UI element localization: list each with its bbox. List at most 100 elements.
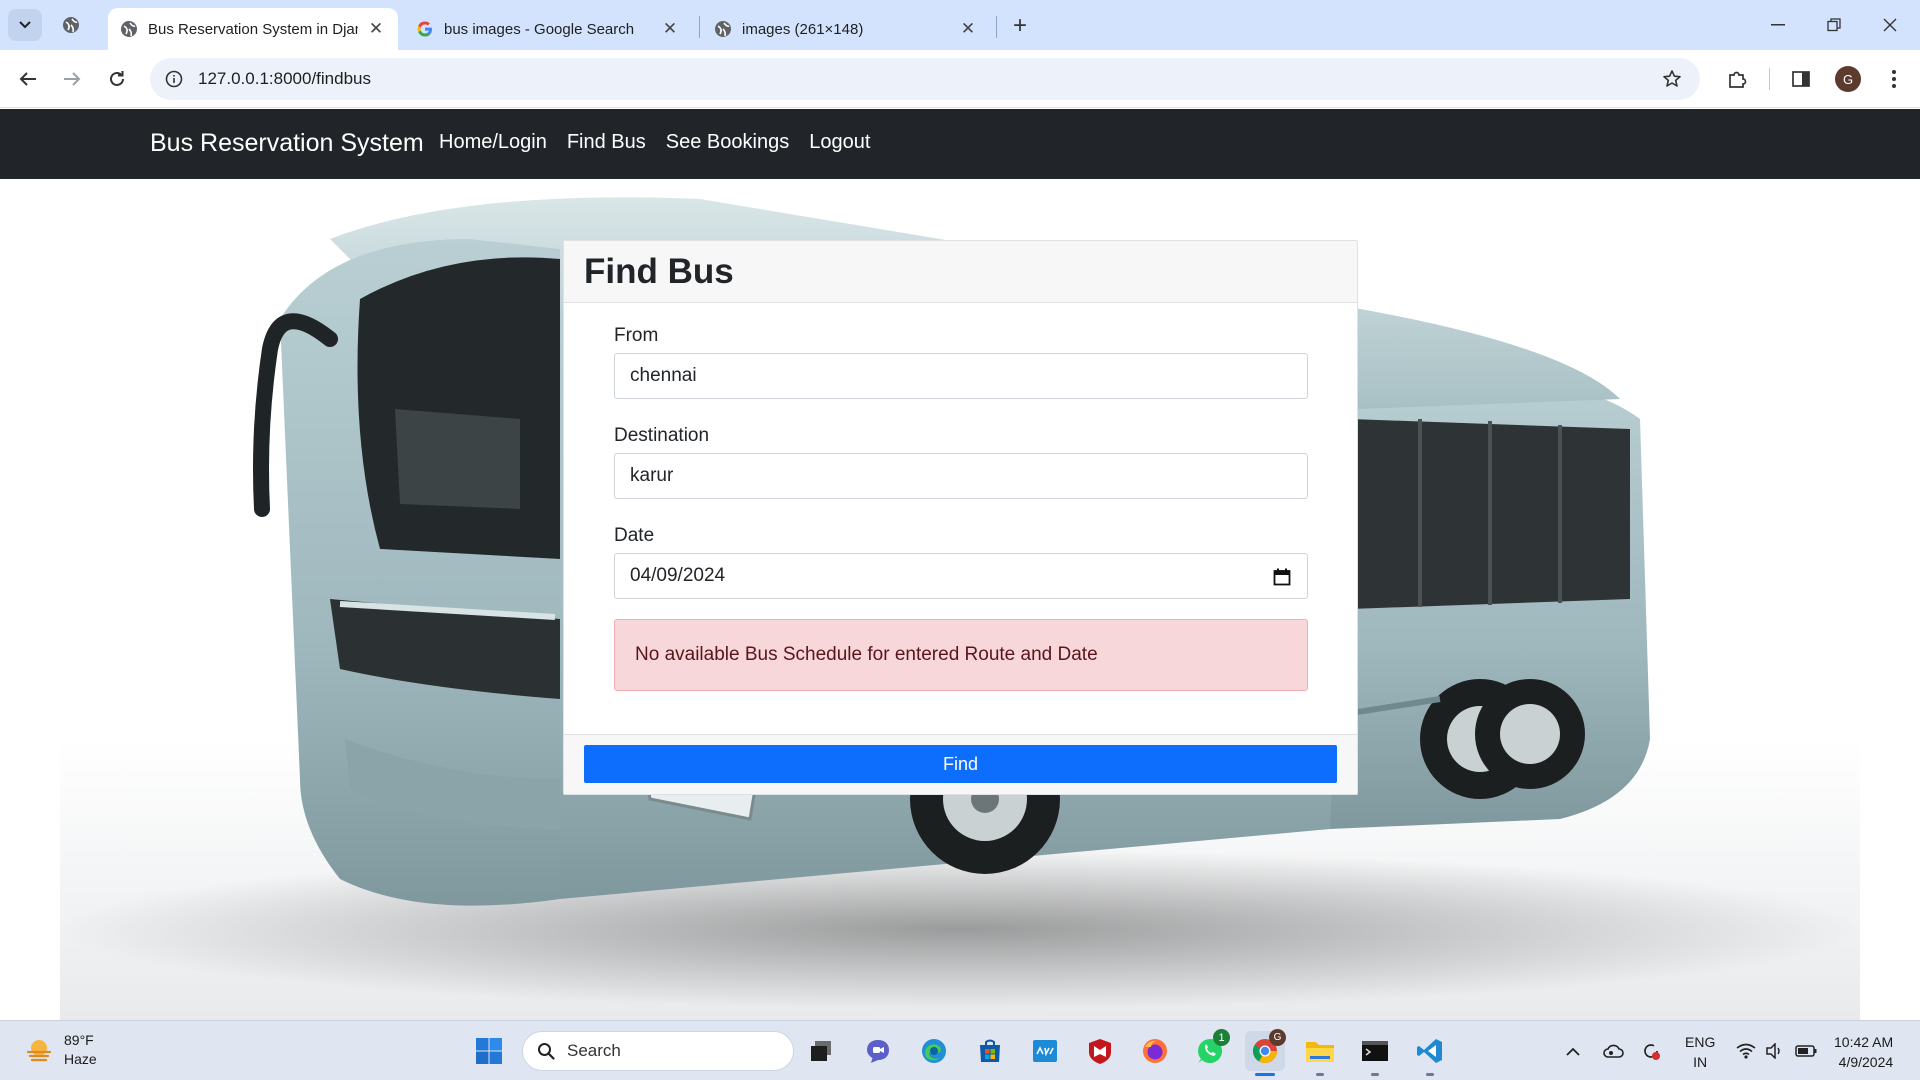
find-button[interactable]: Find <box>584 745 1337 783</box>
minimize-button[interactable] <box>1750 0 1806 50</box>
wifi-tray[interactable] <box>1733 1021 1759 1080</box>
firefox-icon <box>1143 1039 1167 1063</box>
reload-icon <box>110 71 124 86</box>
tab-title: bus images - Google Search <box>444 20 635 38</box>
tab-bus-images[interactable]: bus images - Google Search ✕ <box>404 8 692 50</box>
more-vertical-icon <box>1892 70 1896 88</box>
running-app-indicator <box>1371 1073 1379 1076</box>
nav-see-bookings[interactable]: See Bookings <box>666 131 789 154</box>
restore-button[interactable] <box>1806 0 1862 50</box>
close-icon[interactable]: ✕ <box>660 19 680 39</box>
destination-label: Destination <box>614 425 710 446</box>
tab-title: images (261×148) <box>742 20 864 38</box>
minimize-icon <box>1771 24 1785 26</box>
url-text: 127.0.0.1:8000/findbus <box>198 69 371 88</box>
system-clock[interactable]: 10:42 AM 4/9/2024 <box>1834 1032 1893 1072</box>
extensions-button[interactable] <box>1723 65 1751 93</box>
mcafee-app[interactable] <box>1080 1031 1120 1071</box>
side-panel-button[interactable] <box>1787 65 1815 93</box>
bookmark-star-icon[interactable] <box>1660 67 1684 91</box>
site-info-icon[interactable] <box>162 67 186 91</box>
back-button[interactable] <box>10 61 46 97</box>
battery-tray[interactable] <box>1792 1021 1820 1080</box>
tab-search-button[interactable] <box>8 9 42 41</box>
globe-icon <box>63 17 79 33</box>
new-tab-button[interactable]: + <box>1006 12 1034 40</box>
input-language[interactable]: ENG IN <box>1685 1032 1715 1072</box>
nav-logout[interactable]: Logout <box>809 131 870 154</box>
volume-tray[interactable] <box>1762 1021 1788 1080</box>
close-window-button[interactable] <box>1862 0 1918 50</box>
address-bar[interactable]: 127.0.0.1:8000/findbus <box>150 58 1700 100</box>
profile-avatar[interactable]: G <box>1835 66 1861 92</box>
sync-tray[interactable] <box>1638 1021 1664 1080</box>
close-icon[interactable]: ✕ <box>366 19 386 39</box>
weather-widget[interactable]: 89°F Haze <box>24 1031 97 1069</box>
profile-badge: G <box>1269 1029 1286 1046</box>
task-view-button[interactable] <box>802 1031 842 1071</box>
active-app-indicator <box>1255 1073 1275 1076</box>
start-button[interactable] <box>469 1031 509 1071</box>
search-label: Search <box>567 1041 621 1060</box>
task-view-icon <box>811 1041 831 1061</box>
from-label: From <box>614 325 659 346</box>
tab-separator <box>699 16 700 38</box>
forward-button[interactable] <box>54 61 90 97</box>
google-icon <box>416 20 434 38</box>
restore-icon <box>1827 18 1841 32</box>
weather-temperature: 89°F <box>64 1032 94 1048</box>
clock-date: 4/9/2024 <box>1838 1054 1894 1070</box>
terminal-app[interactable] <box>1355 1031 1395 1071</box>
card-body: From chennai Destination karur Date 04/0… <box>564 303 1357 691</box>
reload-button[interactable] <box>99 61 135 97</box>
nav-home-login[interactable]: Home/Login <box>439 131 547 154</box>
card-header: Find Bus <box>564 241 1357 303</box>
destination-group: Destination karur <box>614 425 1308 499</box>
tray-overflow-button[interactable] <box>1560 1021 1586 1080</box>
date-input[interactable]: 04/09/2024 <box>614 553 1308 599</box>
menu-button[interactable] <box>1880 65 1908 93</box>
navbar-brand[interactable]: Bus Reservation System <box>150 129 424 158</box>
date-value: 04/09/2024 <box>630 565 726 586</box>
whatsapp-app[interactable]: 1 <box>1190 1029 1230 1071</box>
tab-bus-reservation[interactable]: Bus Reservation System in Djan ✕ <box>108 8 398 50</box>
toolbar-divider <box>1769 68 1770 90</box>
wifi-icon <box>1736 1043 1756 1059</box>
globe-icon <box>120 20 138 38</box>
from-group: From chennai <box>614 325 1308 399</box>
windows-taskbar: 89°F Haze Search 1 G ENG IN 10:42 AM 4/9… <box>0 1020 1920 1080</box>
close-icon <box>1883 18 1897 32</box>
pinned-tab[interactable] <box>58 12 84 38</box>
speaker-icon <box>1766 1043 1780 1059</box>
close-icon[interactable]: ✕ <box>958 19 978 39</box>
clock-time: 10:42 AM <box>1834 1034 1894 1050</box>
arrow-left-icon <box>19 72 36 86</box>
tab-images[interactable]: images (261×148) ✕ <box>702 8 990 50</box>
store-icon <box>980 1039 1000 1062</box>
date-label: Date <box>614 525 655 546</box>
no-schedule-alert: No available Bus Schedule for entered Ro… <box>614 619 1308 691</box>
top-navbar: Bus Reservation System Home/Login Find B… <box>0 109 1920 179</box>
mylip-app[interactable] <box>1025 1031 1065 1071</box>
teams-app[interactable] <box>858 1031 898 1071</box>
calendar-icon[interactable] <box>1271 566 1293 588</box>
destination-input[interactable]: karur <box>614 453 1308 499</box>
onedrive-tray[interactable] <box>1600 1021 1626 1080</box>
vscode-app[interactable] <box>1410 1031 1450 1071</box>
file-explorer-app[interactable] <box>1300 1031 1340 1071</box>
taskbar-search[interactable]: Search <box>522 1031 794 1071</box>
browser-toolbar: 127.0.0.1:8000/findbus <box>0 50 1920 108</box>
windows-logo-icon <box>476 1038 502 1064</box>
store-app[interactable] <box>970 1031 1010 1071</box>
refresh-alert-icon <box>1644 1044 1660 1060</box>
card-footer: Find <box>564 734 1357 794</box>
mcafee-shield-icon <box>1089 1039 1111 1064</box>
firefox-app[interactable] <box>1135 1031 1175 1071</box>
plus-icon: + <box>1012 12 1027 39</box>
running-app-indicator <box>1426 1073 1434 1076</box>
tab-separator <box>996 16 997 38</box>
edge-app[interactable] <box>914 1031 954 1071</box>
from-input[interactable]: chennai <box>614 353 1308 399</box>
nav-find-bus[interactable]: Find Bus <box>567 131 646 154</box>
chrome-app[interactable]: G <box>1245 1029 1286 1071</box>
